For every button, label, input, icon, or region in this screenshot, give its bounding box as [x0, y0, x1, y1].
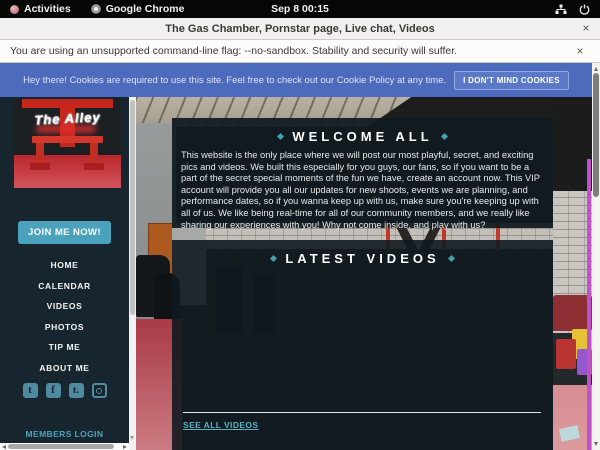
scroll-right-icon[interactable]	[123, 445, 127, 449]
window-close-icon[interactable]: ×	[578, 20, 594, 36]
welcome-heading: WELCOME ALL	[292, 129, 432, 144]
chrome-infobar: You are using an unsupported command-lin…	[0, 40, 600, 63]
window-title-bar: The Gas Chamber, Pornstar page, Live cha…	[0, 18, 600, 40]
see-all-videos-link[interactable]: SEE ALL VIDEOS	[183, 420, 259, 430]
power-icon[interactable]	[579, 4, 590, 15]
welcome-heading-row: WELCOME ALL	[172, 118, 553, 144]
chrome-icon	[91, 4, 101, 14]
site-sidebar: The Alley JOIN ME NOW! HOME CALENDAR VID…	[0, 97, 129, 443]
network-topology-icon[interactable]	[555, 4, 567, 15]
sidebar-item-home[interactable]: HOME	[0, 255, 129, 276]
cookie-accept-button[interactable]: I DON'T MIND COOKIES	[454, 71, 569, 90]
sidebar-item-about-me[interactable]: ABOUT ME	[0, 358, 129, 379]
main-content: WELCOME ALL This website is the only pla…	[136, 97, 592, 450]
scroll-down-icon[interactable]	[130, 436, 134, 440]
tumblr-icon[interactable]: t.	[69, 383, 84, 398]
page-vertical-scrollbar[interactable]	[592, 63, 600, 450]
logo-photo-shape	[30, 163, 50, 170]
diamond-icon	[441, 133, 448, 140]
divider	[183, 412, 541, 413]
background-photo-curtain	[587, 159, 591, 450]
sidebar-hscrollbar-thumb[interactable]	[8, 444, 114, 449]
diamond-icon	[277, 133, 284, 140]
infobar-close-icon[interactable]: ×	[572, 43, 588, 59]
welcome-panel: WELCOME ALL This website is the only pla…	[172, 118, 553, 228]
activities-icon	[10, 5, 19, 14]
window-title: The Gas Chamber, Pornstar page, Live cha…	[165, 23, 434, 35]
sidebar-item-calendar[interactable]: CALENDAR	[0, 276, 129, 297]
instagram-icon[interactable]	[92, 383, 107, 398]
page-scrollbar-thumb[interactable]	[593, 73, 599, 197]
latest-videos-panel: LATEST VIDEOS SEE ALL VIDEOS	[172, 240, 553, 450]
scroll-down-icon[interactable]	[594, 442, 598, 446]
videos-heading: LATEST VIDEOS	[285, 251, 439, 266]
sidebar-item-photos[interactable]: PHOTOS	[0, 317, 129, 338]
cookie-message: Hey there! Cookies are required to use t…	[23, 75, 446, 86]
activities-button[interactable]: Activities	[0, 0, 81, 18]
twitter-icon[interactable]: t	[23, 383, 38, 398]
diamond-icon	[448, 255, 455, 262]
welcome-body-text: This website is the only place where we …	[181, 150, 545, 231]
logo-photo-shape	[84, 163, 104, 170]
sidebar-vertical-scrollbar[interactable]	[129, 97, 136, 450]
logo-photo-shape	[32, 136, 103, 143]
infobar-message: You are using an unsupported command-lin…	[0, 45, 457, 57]
join-me-now-button[interactable]: JOIN ME NOW!	[18, 221, 111, 244]
videos-heading-row: LATEST VIDEOS	[172, 240, 553, 266]
logo-photo-shape	[14, 155, 121, 188]
instagram-lens	[96, 388, 102, 394]
activities-label: Activities	[24, 3, 71, 15]
site-logo[interactable]: The Alley	[14, 99, 121, 188]
diamond-icon	[270, 255, 277, 262]
scroll-left-icon[interactable]	[2, 445, 6, 449]
facebook-icon[interactable]: f	[46, 383, 61, 398]
sidebar-menu: HOME CALENDAR VIDEOS PHOTOS TIP ME ABOUT…	[0, 255, 129, 378]
app-menu-label: Google Chrome	[106, 3, 185, 15]
sidebar-scrollbar-thumb[interactable]	[130, 100, 135, 315]
background-photo-gift	[556, 339, 576, 369]
social-icons-row: t f t.	[0, 383, 129, 398]
cookie-consent-bar: Hey there! Cookies are required to use t…	[0, 63, 592, 97]
sidebar-item-tip-me[interactable]: TIP ME	[0, 337, 129, 358]
sidebar-item-videos[interactable]: VIDEOS	[0, 296, 129, 317]
app-menu-button[interactable]: Google Chrome	[81, 0, 195, 18]
members-login-link[interactable]: MEMBERS LOGIN	[0, 429, 129, 439]
sidebar-horizontal-scrollbar[interactable]	[0, 443, 129, 450]
browser-viewport: Hey there! Cookies are required to use t…	[0, 63, 600, 450]
scroll-up-icon[interactable]	[594, 67, 598, 71]
logo-text: The Alley	[14, 108, 121, 129]
desktop-top-bar: Activities Google Chrome Sep 8 00:15	[0, 0, 600, 18]
